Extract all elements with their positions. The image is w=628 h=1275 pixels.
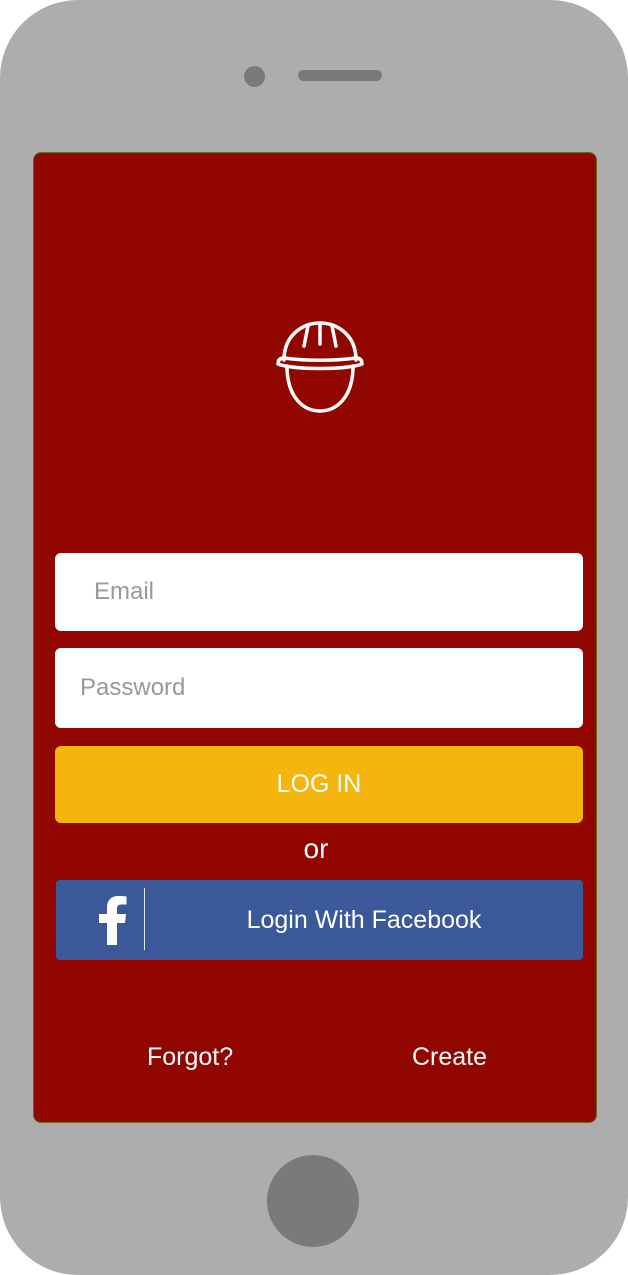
login-button[interactable]: LOG IN (55, 746, 583, 823)
earpiece-speaker (298, 70, 382, 81)
email-input[interactable] (55, 553, 583, 631)
facebook-button-label: Login With Facebook (246, 905, 482, 934)
password-input[interactable] (55, 648, 583, 728)
or-separator: or (303, 833, 329, 864)
phone-frame: LOG IN or Login With Facebook Forgot? Cr… (0, 0, 628, 1275)
forgot-password-link[interactable]: Forgot? (147, 1043, 233, 1072)
create-account-link[interactable]: Create (412, 1043, 487, 1072)
front-camera (244, 66, 265, 87)
hard-hat-icon (276, 321, 364, 413)
facebook-icon (99, 896, 127, 945)
login-screen: LOG IN or Login With Facebook Forgot? Cr… (33, 152, 597, 1123)
login-button-label: LOG IN (276, 770, 362, 798)
facebook-login-button[interactable]: Login With Facebook (56, 880, 583, 960)
home-button[interactable] (267, 1155, 359, 1247)
